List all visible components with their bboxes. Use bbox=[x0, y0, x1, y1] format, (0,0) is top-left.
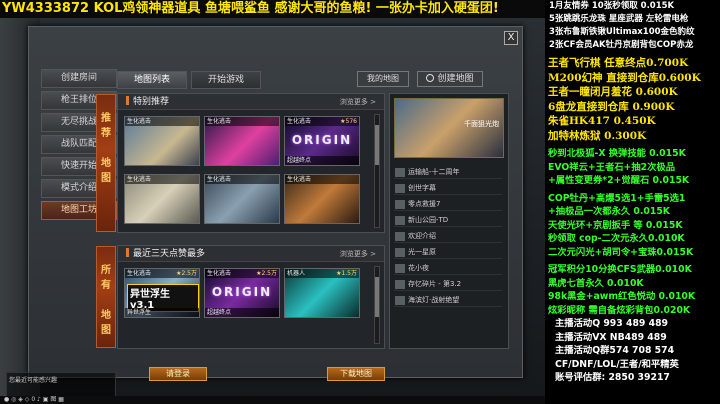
donation-marquee: YW4333872 KOL鸡领神器道具 鱼塘喂鲨鱼 感谢大哥的鱼粮! 一张办卡加… bbox=[0, 0, 545, 18]
map-card[interactable]: 生化逃击 bbox=[204, 116, 280, 166]
menu-create-room[interactable]: 创建房间 bbox=[41, 69, 117, 88]
create-map-label: 创建地图 bbox=[437, 74, 474, 84]
map-card[interactable]: 生化逃击 bbox=[124, 174, 200, 224]
map-thumb-icon bbox=[395, 248, 405, 257]
offer-line: 冠军积分10分换CFS武器0.010K bbox=[548, 264, 692, 275]
offer-line: EVO祥云+王者石+抽2次极品 bbox=[548, 161, 676, 173]
map-thumb-icon bbox=[395, 184, 405, 193]
price-line: M200幻神 直接到仓库0.600K bbox=[548, 71, 701, 84]
section-marker-icon bbox=[126, 248, 129, 257]
map-card-origin[interactable]: 生化逃击 ★2.5万 ORIGIN 超越终点 bbox=[204, 268, 280, 318]
side-label-text: 推荐地图 bbox=[101, 113, 111, 184]
browse-more-link[interactable]: 浏览更多 > bbox=[340, 94, 376, 110]
taskbar: ● ◎ ◈ ◇ 0 ♪ ▣ 图 ▦ bbox=[0, 396, 545, 404]
scroll-thumb[interactable] bbox=[375, 277, 379, 317]
map-thumb-icon bbox=[395, 296, 405, 305]
panel-header: 最近三天点赞最多 浏览更多 > bbox=[118, 246, 384, 262]
tab-map-list[interactable]: 地图列表 bbox=[117, 71, 187, 89]
preview-title: 千面狙光炮 bbox=[464, 120, 499, 128]
price-line: 加特林炼狱 0.300K bbox=[548, 129, 647, 142]
all-maps-side-tab[interactable]: 所有地图 bbox=[96, 246, 116, 348]
offer-line: 黑虎七首永久 0.010K bbox=[548, 277, 644, 289]
contact-line: 账号评估群: 2850 39217 bbox=[555, 372, 670, 383]
login-button[interactable]: 请登录 bbox=[149, 367, 207, 381]
offer-line: 秒领取 cop-二次元永久0.010K bbox=[548, 233, 685, 244]
contact-line: 主播活动Q群574 708 574 bbox=[555, 345, 675, 356]
overlay-line: 5张跳跳乐龙珠 星座武器 左轮雷电枪 bbox=[549, 14, 689, 24]
map-thumb-icon bbox=[395, 280, 405, 289]
side-label-text: 所有地图 bbox=[101, 265, 111, 336]
download-map-button[interactable]: 下载地图 bbox=[327, 367, 385, 381]
contact-line: 主播活动VX NB489 489 bbox=[555, 331, 667, 343]
contact-line: 主播活动Q 993 489 489 bbox=[555, 318, 669, 329]
browse-more-link[interactable]: 浏览更多 > bbox=[340, 246, 376, 262]
offer-line: COP牡丹+高爆5选1+手雷5选1 bbox=[548, 192, 686, 204]
map-thumb-icon bbox=[395, 216, 405, 225]
list-item[interactable]: 欢迎介绍 bbox=[394, 230, 502, 243]
map-card[interactable]: 机器人 ★1.5万 bbox=[284, 268, 360, 318]
recommended-panel: 推荐地图 特别推荐 浏览更多 > 生化逃击 生化逃击 生化逃击 ★576 ORI… bbox=[96, 93, 385, 233]
map-thumb-icon bbox=[395, 264, 405, 273]
tab-bar: 地图列表 开始游戏 我的地图 创建地图 bbox=[117, 71, 515, 89]
offer-line: 炫彩昵称 需自备炫彩背包0.020K bbox=[548, 304, 691, 316]
create-map-button[interactable]: 创建地图 bbox=[417, 71, 483, 87]
my-maps-button[interactable]: 我的地图 bbox=[357, 71, 409, 87]
overlay-line: 2张CF会员AK牡丹京剧背包COP赤龙 bbox=[549, 40, 694, 50]
tab-start-game[interactable]: 开始游戏 bbox=[191, 71, 261, 89]
overlay-line: 1月友情券 10张秒领取 0.015K bbox=[549, 1, 675, 11]
map-card[interactable]: 生化逃击 bbox=[204, 174, 280, 224]
stream-overlay: 1月友情券 10张秒领取 0.015K 5张跳跳乐龙珠 星座武器 左轮雷电枪 3… bbox=[545, 0, 720, 404]
list-item[interactable]: 零点救援7 bbox=[394, 198, 502, 211]
close-button[interactable]: X bbox=[504, 31, 518, 45]
panel-header: 特别推荐 浏览更多 > bbox=[118, 94, 384, 110]
map-card[interactable]: 生化逃击 bbox=[124, 116, 200, 166]
scroll-thumb[interactable] bbox=[375, 125, 379, 165]
offer-line: 天使光环+京剧扳手 等 0.015K bbox=[548, 219, 683, 231]
map-card-origin[interactable]: 生化逃击 ★576 ORIGIN 超越终点 bbox=[284, 116, 360, 166]
chat-text: 您最近可能感兴趣 bbox=[9, 377, 58, 384]
overlay-line: 3张布鲁斯铁锹Ultimax100金色豹纹 bbox=[549, 27, 695, 37]
map-thumb-icon bbox=[395, 232, 405, 241]
offer-line: 二次元闪光+胡司令+宝珠0.015K bbox=[548, 246, 694, 258]
offer-line: +属性变更券*2+觉醒石 0.015K bbox=[548, 175, 690, 186]
map-preview-image: 千面狙光炮 bbox=[394, 98, 504, 158]
offer-line: 98k黑金+awm红色悦动 0.010K bbox=[548, 291, 696, 302]
list-item[interactable]: 存忆碎片 - 第3.2 bbox=[394, 278, 502, 291]
scrollbar[interactable] bbox=[374, 114, 380, 228]
offer-line: 秒到北极狐-X 换弹技能 0.015K bbox=[548, 148, 686, 159]
game-client: X 创建房间 枪王排位 无尽挑战 战队匹配 快速开始 模式介绍 地图工坊 地图列… bbox=[0, 18, 545, 404]
map-thumb-icon bbox=[395, 200, 405, 209]
all-maps-panel: 所有地图 最近三天点赞最多 浏览更多 > 生化逃击 ★2.5万 异世浮生 v3.… bbox=[96, 245, 385, 349]
price-line: 王者一瞳闭月羞花 0.600K bbox=[548, 86, 678, 98]
list-item[interactable]: 运输船-十二周年 bbox=[394, 166, 502, 179]
map-workshop-dialog: X 创建房间 枪王排位 无尽挑战 战队匹配 快速开始 模式介绍 地图工坊 地图列… bbox=[28, 26, 523, 381]
section-title: 最近三天点赞最多 bbox=[133, 249, 206, 259]
price-line: 朱雀HK417 0.450K bbox=[548, 115, 656, 127]
recommended-side-tab[interactable]: 推荐地图 bbox=[96, 94, 116, 232]
list-item[interactable]: 海滨灯·战射绝望 bbox=[394, 294, 502, 307]
offer-line: +抽极品一次都永久 0.015K bbox=[548, 206, 671, 217]
list-item[interactable]: 光一星原 bbox=[394, 246, 502, 259]
map-card[interactable]: 生化逃击 bbox=[284, 174, 360, 224]
section-title: 特别推荐 bbox=[133, 97, 170, 107]
list-item[interactable]: 新山公园-TD bbox=[394, 214, 502, 227]
contact-line: CF/DNF/LOL/王者/和平精英 bbox=[555, 358, 679, 370]
plus-circle-icon bbox=[426, 74, 435, 82]
list-item[interactable]: 花小夜 bbox=[394, 262, 502, 275]
scrollbar[interactable] bbox=[374, 266, 380, 344]
price-line: 王者飞行棋 任意终点0.700K bbox=[548, 57, 689, 69]
price-line: 6盘龙直接到仓库 0.900K bbox=[548, 100, 675, 113]
map-detail-list: 千面狙光炮 运输船-十二周年 创世字幕 零点救援7 新山公园-TD 欢迎介绍 光… bbox=[389, 93, 509, 349]
list-item[interactable]: 创世字幕 bbox=[394, 182, 502, 195]
map-thumb-icon bbox=[395, 168, 405, 177]
section-marker-icon bbox=[126, 96, 129, 105]
map-card-yishi[interactable]: 生化逃击 ★2.5万 异世浮生 v3.1 异世浮生 bbox=[124, 268, 200, 318]
